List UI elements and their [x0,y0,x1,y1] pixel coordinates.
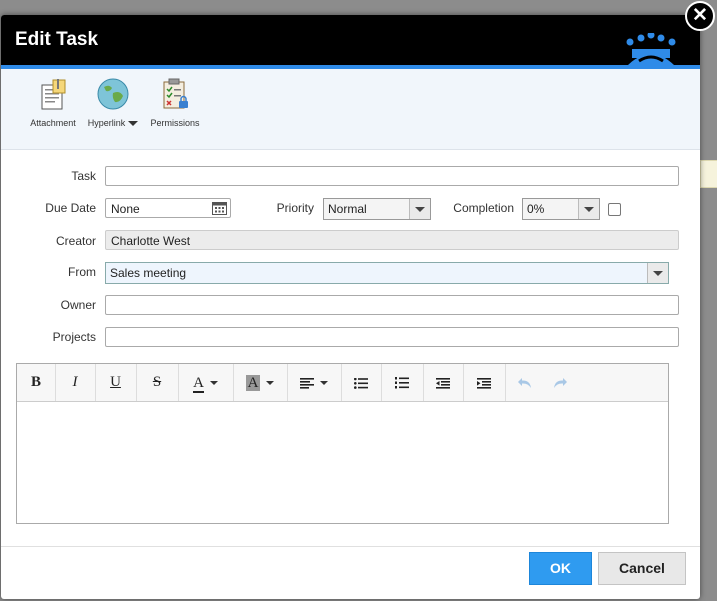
task-input[interactable] [105,166,679,186]
task-label: Task [71,169,96,183]
redo-button[interactable] [543,364,577,401]
outdent-icon [436,377,450,389]
permissions-label: Permissions [150,118,200,128]
projects-label: Projects [52,330,96,344]
creator-field: Charlotte West [105,230,679,250]
numbered-list-button[interactable] [381,364,424,401]
completion-select[interactable]: 0% [522,198,600,220]
close-icon[interactable]: ✕ [685,1,715,31]
font-color-button[interactable]: A [178,364,234,401]
attachment-icon [41,79,66,110]
highlight-icon: A [245,375,261,391]
chevron-down-icon[interactable] [647,263,668,283]
hyperlink-label: Hyperlink [87,118,126,128]
ok-button[interactable]: OK [529,552,592,585]
font-color-icon: A [193,375,204,393]
underline-button[interactable]: U [95,364,137,401]
chevron-down-icon [128,121,139,127]
due-date-value: None [111,202,140,216]
edit-task-dialog: Edit Task Attachment Hyperlink Permissio… [1,15,700,599]
creator-value: Charlotte West [111,234,191,248]
highlight-button[interactable]: A [233,364,288,401]
crown-logo-icon [626,33,676,65]
redo-icon [554,378,567,389]
background-panel [700,160,717,188]
creator-label: Creator [55,234,96,248]
priority-select[interactable]: Normal [323,198,431,220]
bold-button[interactable]: B [17,364,56,401]
outdent-button[interactable] [423,364,464,401]
align-button[interactable] [287,364,342,401]
owner-input[interactable] [105,295,679,315]
hyperlink-button[interactable]: Hyperlink [85,77,141,128]
completion-checkbox[interactable] [608,203,621,216]
due-date-input[interactable]: None [105,198,231,218]
chevron-down-icon [320,381,328,386]
editor-toolbar: B I U S A A [17,364,668,402]
from-select[interactable]: Sales meeting [105,262,669,284]
numbered-list-icon [395,377,409,389]
bullet-list-icon [354,377,368,389]
bullet-list-button[interactable] [341,364,382,401]
from-label: From [68,265,96,279]
cancel-button[interactable]: Cancel [598,552,686,585]
projects-input[interactable] [105,327,679,347]
indent-icon [477,377,491,389]
strikethrough-button[interactable]: S [136,364,179,401]
completion-label: Completion [453,201,514,215]
priority-label: Priority [276,201,314,215]
footer-divider [1,546,700,547]
title-bar: Edit Task [1,15,700,65]
attachment-label: Attachment [30,118,76,128]
notes-editor: B I U S A A [16,363,669,524]
globe-icon [97,78,129,110]
chevron-down-icon[interactable] [409,199,430,219]
undo-button[interactable] [507,364,543,401]
permissions-button[interactable]: Permissions [147,77,203,128]
undo-icon [518,378,531,389]
from-value: Sales meeting [110,266,187,280]
chevron-down-icon [209,381,218,386]
calendar-icon[interactable] [212,201,227,215]
dialog-title: Edit Task [15,29,99,50]
italic-button[interactable]: I [55,364,96,401]
clipboard-lock-icon [163,78,188,109]
chevron-down-icon[interactable] [578,199,599,219]
attachment-button[interactable]: Attachment [27,77,79,128]
completion-value: 0% [527,202,545,216]
priority-value: Normal [328,202,367,216]
due-date-label: Due Date [45,201,96,215]
align-left-icon [300,377,314,389]
editor-body[interactable] [17,402,668,523]
owner-label: Owner [60,298,96,312]
chevron-down-icon [266,381,275,386]
indent-button[interactable] [463,364,506,401]
attachment-toolbar: Attachment Hyperlink Permissions [1,69,700,150]
